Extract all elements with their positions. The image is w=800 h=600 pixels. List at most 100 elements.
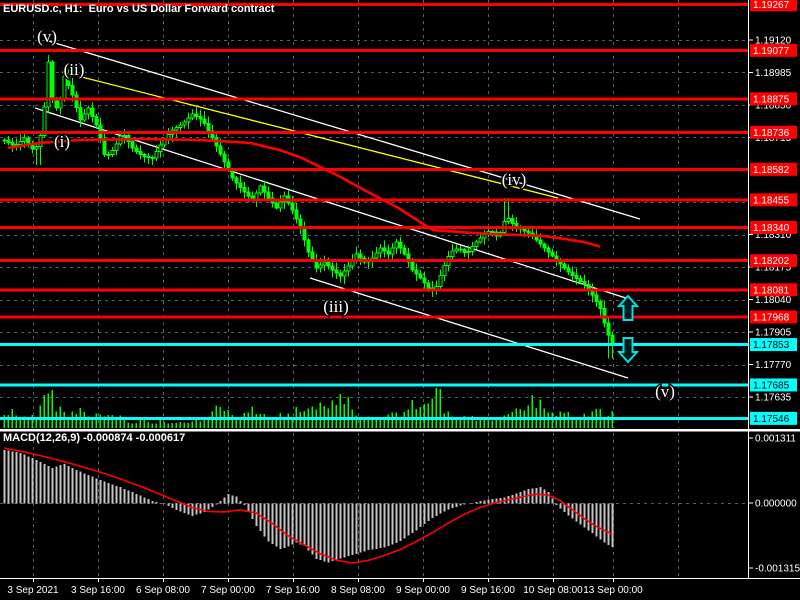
macd-axis-label: 0.000000 bbox=[755, 499, 797, 510]
chart-title: EURUSD.c, H1: Euro vs US Dollar Forward … bbox=[3, 3, 275, 15]
level-lines-layer bbox=[0, 3, 748, 420]
candle-body bbox=[354, 253, 359, 261]
volume-bar bbox=[255, 414, 257, 428]
wave-label[interactable]: (i) bbox=[52, 131, 71, 153]
volume-bar bbox=[183, 422, 185, 428]
price-line-label: 1.19267 bbox=[753, 0, 790, 11]
volume-bar bbox=[567, 412, 569, 428]
volume-bar bbox=[179, 421, 181, 428]
candle-body bbox=[218, 145, 223, 155]
candle-body bbox=[462, 249, 467, 254]
candle-body bbox=[330, 265, 335, 271]
price-line-label: 1.18340 bbox=[753, 223, 790, 234]
volume-bar bbox=[459, 420, 461, 428]
volume-bar bbox=[271, 420, 273, 428]
volume-bar bbox=[287, 413, 289, 428]
candle-body bbox=[150, 156, 155, 159]
time-label: 3 Sep 2021 bbox=[7, 585, 59, 596]
price-grid-label: 1.17905 bbox=[755, 328, 792, 339]
volume-bar bbox=[215, 405, 217, 428]
candle-body bbox=[490, 230, 495, 233]
volume-bar bbox=[527, 405, 529, 428]
volume-histogram bbox=[3, 388, 613, 428]
candle-body bbox=[550, 251, 555, 257]
candle-body bbox=[294, 209, 299, 220]
candle-body bbox=[234, 177, 239, 184]
candle-body bbox=[346, 265, 351, 272]
trendline-yellow[interactable] bbox=[61, 71, 559, 199]
volume-bar bbox=[147, 422, 149, 428]
candle-body bbox=[74, 94, 79, 109]
candle-body bbox=[202, 118, 207, 125]
volume-bar bbox=[395, 412, 397, 428]
wave-label[interactable]: (v) bbox=[36, 26, 59, 48]
volume-bar bbox=[139, 419, 141, 428]
candle-body bbox=[26, 137, 31, 145]
candle-body bbox=[466, 250, 471, 253]
candle-body bbox=[102, 139, 107, 155]
volume-bar bbox=[259, 413, 261, 428]
candle-body bbox=[106, 153, 111, 156]
volume-bar bbox=[491, 420, 493, 428]
price-grid-label: 1.17635 bbox=[755, 392, 792, 403]
candle-body bbox=[454, 248, 459, 252]
volume-bar bbox=[435, 388, 437, 428]
price-chart-svg[interactable]: 1.191201.189851.188501.187151.183101.181… bbox=[0, 0, 800, 600]
trendline-white[interactable] bbox=[309, 277, 629, 379]
chart-window: EURUSD.c, H1: Euro vs US Dollar Forward … bbox=[0, 0, 800, 600]
volume-bar bbox=[127, 422, 129, 428]
volume-bar bbox=[507, 413, 509, 428]
wave-label[interactable]: (v) bbox=[654, 381, 677, 403]
candle-body bbox=[130, 141, 135, 149]
time-label: 9 Sep 16:00 bbox=[461, 585, 515, 596]
candle-body bbox=[174, 127, 179, 131]
volume-bar bbox=[47, 393, 49, 428]
wave-label[interactable]: (iv) bbox=[500, 169, 528, 191]
candle-body bbox=[18, 140, 23, 145]
candle-body bbox=[186, 117, 191, 123]
candle-body bbox=[86, 107, 91, 115]
candle-body bbox=[82, 113, 87, 121]
candle-body bbox=[546, 247, 551, 253]
price-grid-label: 1.18985 bbox=[755, 68, 792, 79]
candle-body bbox=[386, 250, 391, 255]
time-axis: 3 Sep 2021 3 Sep 16:00 6 Sep 08:00 7 Sep 00… bbox=[7, 578, 643, 596]
candle-body bbox=[422, 277, 427, 284]
volume-bar bbox=[123, 419, 125, 428]
volume-bar bbox=[467, 420, 469, 428]
candle-body bbox=[46, 61, 51, 108]
volume-bar bbox=[335, 404, 337, 428]
wave-label[interactable]: (iii) bbox=[322, 296, 351, 318]
candle-body bbox=[190, 113, 195, 119]
price-line-label: 1.18081 bbox=[753, 285, 790, 296]
candle-body bbox=[94, 116, 99, 126]
candle-body bbox=[306, 239, 311, 253]
candle-body bbox=[410, 261, 415, 271]
candle-body bbox=[378, 247, 383, 254]
trendline-white[interactable] bbox=[44, 39, 641, 220]
candle-body bbox=[342, 270, 347, 277]
volume-bar bbox=[187, 422, 189, 428]
candle-body bbox=[442, 265, 447, 277]
candle-body bbox=[238, 182, 243, 189]
candle-body bbox=[450, 250, 455, 258]
candle-body bbox=[262, 185, 267, 193]
candle-body bbox=[266, 191, 271, 199]
volume-bar bbox=[563, 412, 565, 428]
candle-body bbox=[114, 143, 119, 151]
macd-indicator-label: MACD(12,26,9) -0.000874 -0.000617 bbox=[3, 432, 186, 444]
candle-body bbox=[374, 252, 379, 259]
volume-bar bbox=[159, 420, 161, 428]
price-line-label: 1.17546 bbox=[753, 414, 790, 425]
volume-bar bbox=[191, 421, 193, 428]
volume-bar bbox=[391, 412, 393, 428]
candle-body bbox=[178, 124, 183, 128]
wave-label[interactable]: (ii) bbox=[62, 59, 86, 81]
volume-bar bbox=[195, 420, 197, 428]
time-label: 8 Sep 08:00 bbox=[331, 585, 385, 596]
candle-body bbox=[598, 301, 603, 309]
down-arrow-icon[interactable] bbox=[616, 337, 640, 364]
volume-bar bbox=[511, 411, 513, 428]
volume-bar bbox=[199, 421, 201, 428]
time-label: 7 Sep 16:00 bbox=[266, 585, 320, 596]
